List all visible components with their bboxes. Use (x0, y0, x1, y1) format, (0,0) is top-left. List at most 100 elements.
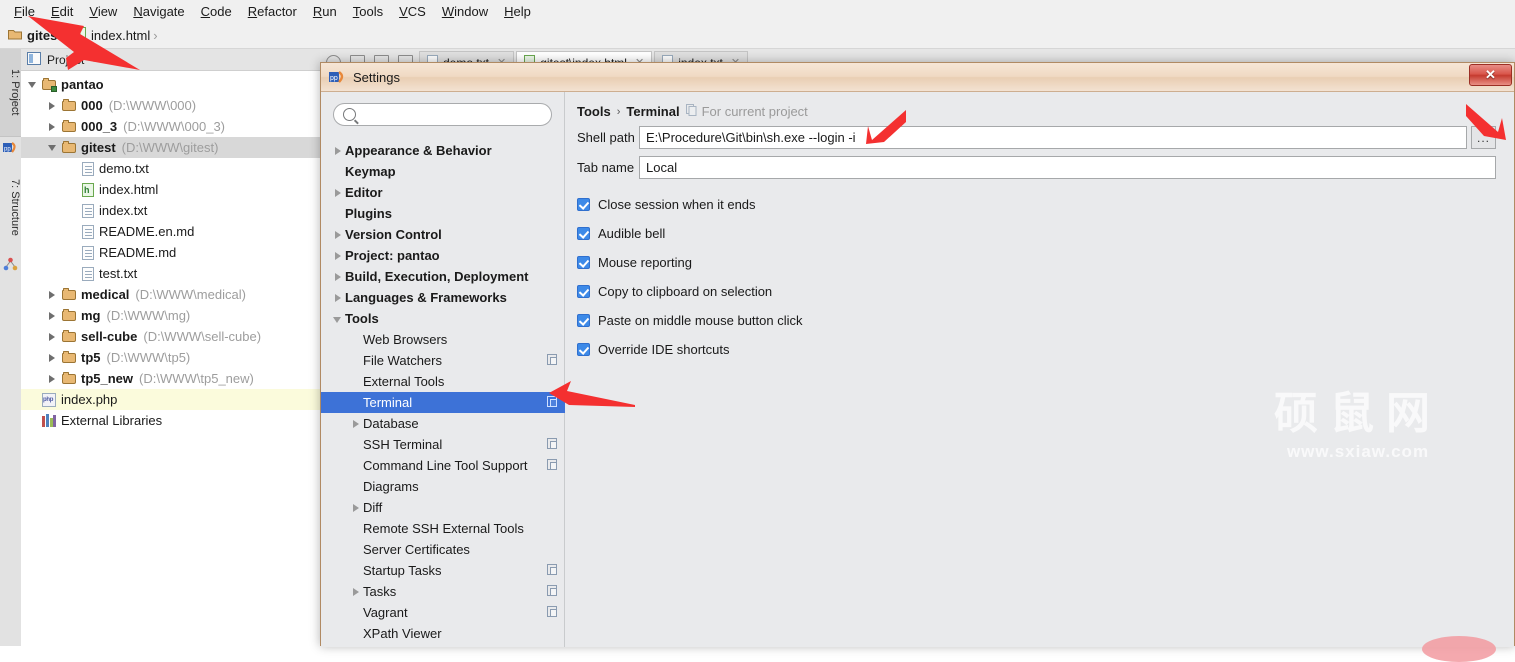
settings-tree-item-database[interactable]: Database (321, 413, 565, 434)
settings-tree-item-startup-tasks[interactable]: Startup Tasks (321, 560, 565, 581)
settings-tree-item-label: Tasks (363, 584, 397, 599)
tree-row[interactable]: mg (D:\WWW\mg) (21, 305, 320, 326)
checkbox-row[interactable]: Audible bell (577, 226, 665, 241)
tree-twisty-down-icon[interactable] (47, 142, 59, 154)
settings-tree[interactable]: Appearance & Behavior Keymap Editor Plugins… (321, 136, 565, 647)
checkbox-row[interactable]: Mouse reporting (577, 255, 692, 270)
tree-twisty-right-icon[interactable] (331, 270, 345, 284)
search-input[interactable] (361, 106, 545, 123)
settings-tree-item-tools[interactable]: Tools (321, 308, 565, 329)
tree-row[interactable]: gitest (D:\WWW\gitest) (21, 137, 320, 158)
breadcrumb-item[interactable]: gitest (8, 28, 62, 43)
settings-tree-item-vagrant[interactable]: Vagrant (321, 602, 565, 623)
menu-item-vcs[interactable]: VCS (391, 2, 434, 21)
settings-tree-item-build-execution-deployment[interactable]: Build, Execution, Deployment (321, 266, 565, 287)
shell-path-input[interactable]: E:\Procedure\Git\bin\sh.exe --login -i (639, 126, 1467, 149)
menu-item-refactor[interactable]: Refactor (240, 2, 305, 21)
tree-twisty-right-icon[interactable] (47, 121, 59, 133)
tree-row[interactable]: pantao (21, 74, 320, 95)
checkbox-audible-bell[interactable] (577, 227, 590, 240)
settings-tree-item-external-tools[interactable]: External Tools (321, 371, 565, 392)
browse-button[interactable]: ... (1471, 126, 1496, 149)
settings-tree-item-command-line-tool-support[interactable]: Command Line Tool Support (321, 455, 565, 476)
menu-item-window[interactable]: Window (434, 2, 496, 21)
project-tree[interactable]: pantao 000 (D:\WWW\000) 000_3 (D:\WWW\000_3)… (21, 71, 320, 646)
settings-tree-item-diagrams[interactable]: Diagrams (321, 476, 565, 497)
settings-tree-item-version-control[interactable]: Version Control (321, 224, 565, 245)
settings-dialog: pp Settings ✕ Appearance & Behavior Keyma… (320, 62, 1515, 647)
settings-tree-item-project-pantao[interactable]: Project: pantao (321, 245, 565, 266)
settings-tree-item-server-certificates[interactable]: Server Certificates (321, 539, 565, 560)
tree-twisty-right-icon[interactable] (331, 291, 345, 305)
checkbox-copy-to-clipboard-on-selection[interactable] (577, 285, 590, 298)
sidebar-item-project[interactable]: 1: Project (0, 49, 21, 137)
tree-twisty-right-icon[interactable] (47, 310, 59, 322)
settings-tree-item-diff[interactable]: Diff (321, 497, 565, 518)
checkbox-close-session-when-it-ends[interactable] (577, 198, 590, 211)
checkbox-row[interactable]: Copy to clipboard on selection (577, 284, 772, 299)
tree-row[interactable]: index.php (21, 389, 320, 410)
menu-item-tools[interactable]: Tools (345, 2, 391, 21)
menu-item-help[interactable]: Help (496, 2, 539, 21)
settings-tree-item-plugins[interactable]: Plugins (321, 203, 565, 224)
settings-tree-item-file-watchers[interactable]: File Watchers (321, 350, 565, 371)
settings-tree-item-keymap[interactable]: Keymap (321, 161, 565, 182)
menu-item-edit[interactable]: Edit (43, 2, 81, 21)
menu-item-run[interactable]: Run (305, 2, 345, 21)
tree-row[interactable]: External Libraries (21, 410, 320, 431)
tree-twisty-right-icon[interactable] (331, 144, 345, 158)
tree-twisty-down-icon[interactable] (331, 312, 345, 326)
settings-tree-item-ssh-terminal[interactable]: SSH Terminal (321, 434, 565, 455)
tree-row[interactable]: index.txt (21, 200, 320, 221)
tree-row[interactable]: README.en.md (21, 221, 320, 242)
settings-tree-item-web-browsers[interactable]: Web Browsers (321, 329, 565, 350)
menu-item-code[interactable]: Code (193, 2, 240, 21)
settings-tree-item-remote-ssh-external-tools[interactable]: Remote SSH External Tools (321, 518, 565, 539)
tree-row[interactable]: 000_3 (D:\WWW\000_3) (21, 116, 320, 137)
sidebar-item-structure[interactable]: 7: Structure (0, 161, 21, 253)
menu-item-file[interactable]: File (6, 2, 43, 21)
tree-twisty-right-icon[interactable] (349, 417, 363, 431)
search-box[interactable] (333, 103, 552, 126)
menu-item-view[interactable]: View (81, 2, 125, 21)
tree-row[interactable]: demo.txt (21, 158, 320, 179)
settings-tree-item-label: Plugins (345, 206, 392, 221)
tree-twisty-right-icon[interactable] (47, 100, 59, 112)
tree-twisty-right-icon[interactable] (47, 373, 59, 385)
checkbox-override-ide-shortcuts[interactable] (577, 343, 590, 356)
tree-twisty-right-icon[interactable] (349, 585, 363, 599)
settings-tree-item-languages-frameworks[interactable]: Languages & Frameworks (321, 287, 565, 308)
tree-twisty-down-icon[interactable] (27, 79, 39, 91)
tree-twisty-right-icon[interactable] (47, 289, 59, 301)
tree-row[interactable]: 000 (D:\WWW\000) (21, 95, 320, 116)
breadcrumb-leaf: Terminal (626, 104, 680, 119)
checkbox-row[interactable]: Close session when it ends (577, 197, 756, 212)
checkbox-row[interactable]: Paste on middle mouse button click (577, 313, 803, 328)
close-icon[interactable]: ✕ (1469, 64, 1512, 86)
tree-twisty-right-icon[interactable] (349, 501, 363, 515)
settings-tree-item-terminal[interactable]: Terminal (321, 392, 565, 413)
tree-twisty-right-icon[interactable] (331, 249, 345, 263)
tree-row[interactable]: medical (D:\WWW\medical) (21, 284, 320, 305)
settings-tree-item-xpath-viewer[interactable]: XPath Viewer (321, 623, 565, 644)
tree-row[interactable]: index.html (21, 179, 320, 200)
tree-row[interactable]: README.md (21, 242, 320, 263)
checkbox-mouse-reporting[interactable] (577, 256, 590, 269)
settings-tree-item-appearance-behavior[interactable]: Appearance & Behavior (321, 140, 565, 161)
settings-tree-item-tasks[interactable]: Tasks (321, 581, 565, 602)
tab-name-input[interactable]: Local (639, 156, 1496, 179)
menu-item-navigate[interactable]: Navigate (125, 2, 192, 21)
tree-twisty-right-icon[interactable] (47, 331, 59, 343)
tree-row[interactable]: tp5_new (D:\WWW\tp5_new) (21, 368, 320, 389)
settings-tree-item-editor[interactable]: Editor (321, 182, 565, 203)
tree-row[interactable]: tp5 (D:\WWW\tp5) (21, 347, 320, 368)
tree-twisty-right-icon[interactable] (331, 228, 345, 242)
tree-row[interactable]: test.txt (21, 263, 320, 284)
tree-twisty-right-icon[interactable] (331, 186, 345, 200)
checkbox-row[interactable]: Override IDE shortcuts (577, 342, 730, 357)
breadcrumb-item[interactable]: h index.html (74, 27, 150, 44)
tree-row[interactable]: sell-cube (D:\WWW\sell-cube) (21, 326, 320, 347)
tree-twisty-right-icon[interactable] (47, 352, 59, 364)
chevron-down-icon[interactable] (90, 57, 99, 62)
checkbox-paste-on-middle-mouse-button-click[interactable] (577, 314, 590, 327)
